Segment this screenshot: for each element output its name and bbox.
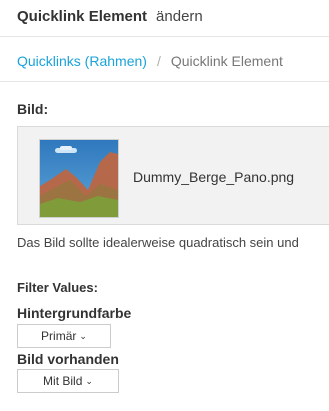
background-color-value: Primär bbox=[41, 329, 77, 343]
background-color-label: Hintergrundfarbe bbox=[17, 305, 132, 321]
image-preview-box[interactable]: Dummy_Berge_Pano.png bbox=[17, 126, 329, 225]
image-field-label: Bild: bbox=[17, 101, 49, 117]
mountain-landscape-thumbnail-icon bbox=[40, 140, 118, 217]
filter-values-heading: Filter Values: bbox=[17, 280, 98, 295]
page-title: Quicklink Element bbox=[17, 8, 148, 25]
chevron-down-icon: ⌄ bbox=[85, 375, 93, 386]
image-hint-text: Das Bild sollte idealerweise quadratisch… bbox=[17, 235, 299, 250]
breadcrumb-current: Quicklink Element bbox=[170, 53, 283, 69]
page-header: Quicklink Element ändern bbox=[17, 8, 203, 28]
background-color-dropdown[interactable]: Primär ⌄ bbox=[17, 324, 111, 348]
image-present-dropdown[interactable]: Mit Bild ⌄ bbox=[17, 369, 119, 393]
image-filename: Dummy_Berge_Pano.png bbox=[133, 169, 295, 185]
image-present-label: Bild vorhanden bbox=[17, 351, 119, 367]
edit-page: Quicklink Element ändern Quicklinks (Rahm… bbox=[0, 0, 329, 411]
page-action: ändern bbox=[156, 8, 203, 25]
image-thumbnail[interactable] bbox=[39, 139, 119, 218]
breadcrumb-link-quicklinks[interactable]: Quicklinks (Rahmen) bbox=[17, 53, 147, 69]
header-divider bbox=[0, 36, 329, 37]
breadcrumb-separator: / bbox=[156, 53, 161, 69]
image-present-value: Mit Bild bbox=[43, 374, 83, 388]
chevron-down-icon: ⌄ bbox=[79, 330, 87, 341]
breadcrumb-divider bbox=[0, 81, 329, 82]
breadcrumb: Quicklinks (Rahmen) / Quicklink Element bbox=[17, 53, 283, 69]
